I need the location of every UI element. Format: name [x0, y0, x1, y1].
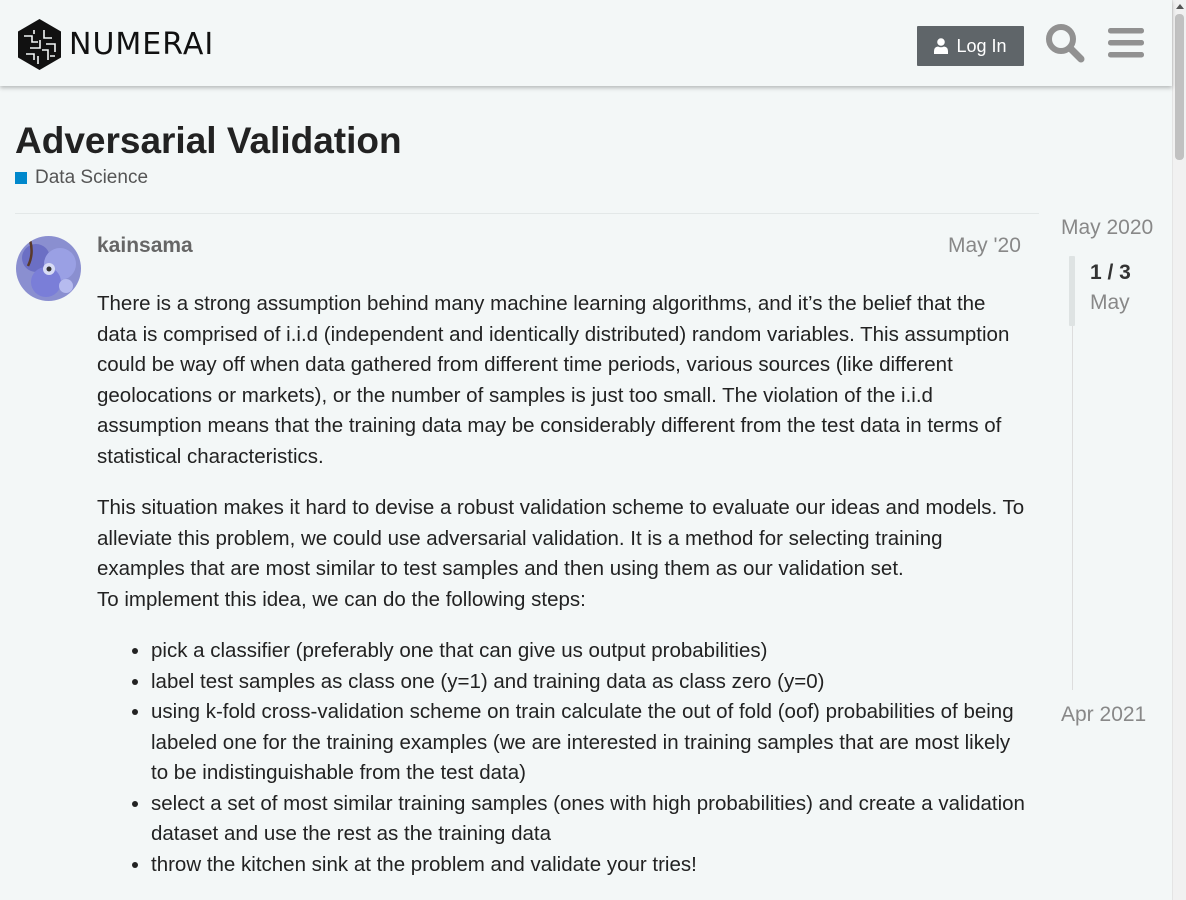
post-username[interactable]: kainsama [97, 234, 193, 258]
timeline-handle[interactable] [1069, 256, 1075, 326]
numerai-logo-icon [18, 19, 61, 70]
user-icon [934, 38, 949, 54]
timeline-current-date: May [1090, 291, 1130, 314]
category-label: Data Science [35, 167, 149, 188]
login-button[interactable]: Log In [917, 26, 1024, 66]
timeline-position: 1 / 3 [1090, 261, 1131, 284]
post-paragraph: To implement this idea, we can do the fo… [97, 587, 586, 611]
login-label: Log In [956, 35, 1007, 56]
category-color-swatch [15, 172, 27, 184]
timeline-start-date[interactable]: May 2020 [1061, 216, 1153, 240]
list-item: pick a classifier (preferably one that c… [151, 636, 1027, 667]
avatar-image [16, 236, 81, 301]
scrollbar-thumb[interactable] [1175, 14, 1184, 160]
title-divider [15, 213, 1039, 214]
search-icon[interactable] [1044, 22, 1086, 64]
scroll-up-arrow-icon[interactable] [1176, 4, 1184, 9]
site-header: NUMERAI Log In [0, 0, 1172, 86]
steps-list: pick a classifier (preferably one that c… [97, 636, 1027, 880]
post-paragraph: There is a strong assumption behind many… [97, 292, 1010, 468]
post-body: There is a strong assumption behind many… [97, 289, 1027, 880]
post-date[interactable]: May '20 [948, 234, 1021, 258]
logo-text: NUMERAI [69, 27, 215, 62]
category-badge[interactable]: Data Science [15, 167, 148, 189]
post-paragraph: This situation makes it hard to devise a… [97, 496, 1025, 580]
topic-title[interactable]: Adversarial Validation [15, 118, 402, 164]
list-item: using k-fold cross-validation scheme on … [151, 697, 1027, 789]
list-item: label test samples as class one (y=1) an… [151, 667, 1027, 698]
hamburger-menu-icon[interactable] [1106, 22, 1148, 64]
page-scrollbar[interactable] [1172, 0, 1186, 900]
numerai-logo[interactable]: NUMERAI [16, 18, 214, 71]
timeline-end-date[interactable]: Apr 2021 [1061, 703, 1146, 727]
user-avatar[interactable] [16, 236, 81, 301]
list-item: select a set of most similar training sa… [151, 789, 1027, 850]
list-item: throw the kitchen sink at the problem an… [151, 850, 1027, 881]
